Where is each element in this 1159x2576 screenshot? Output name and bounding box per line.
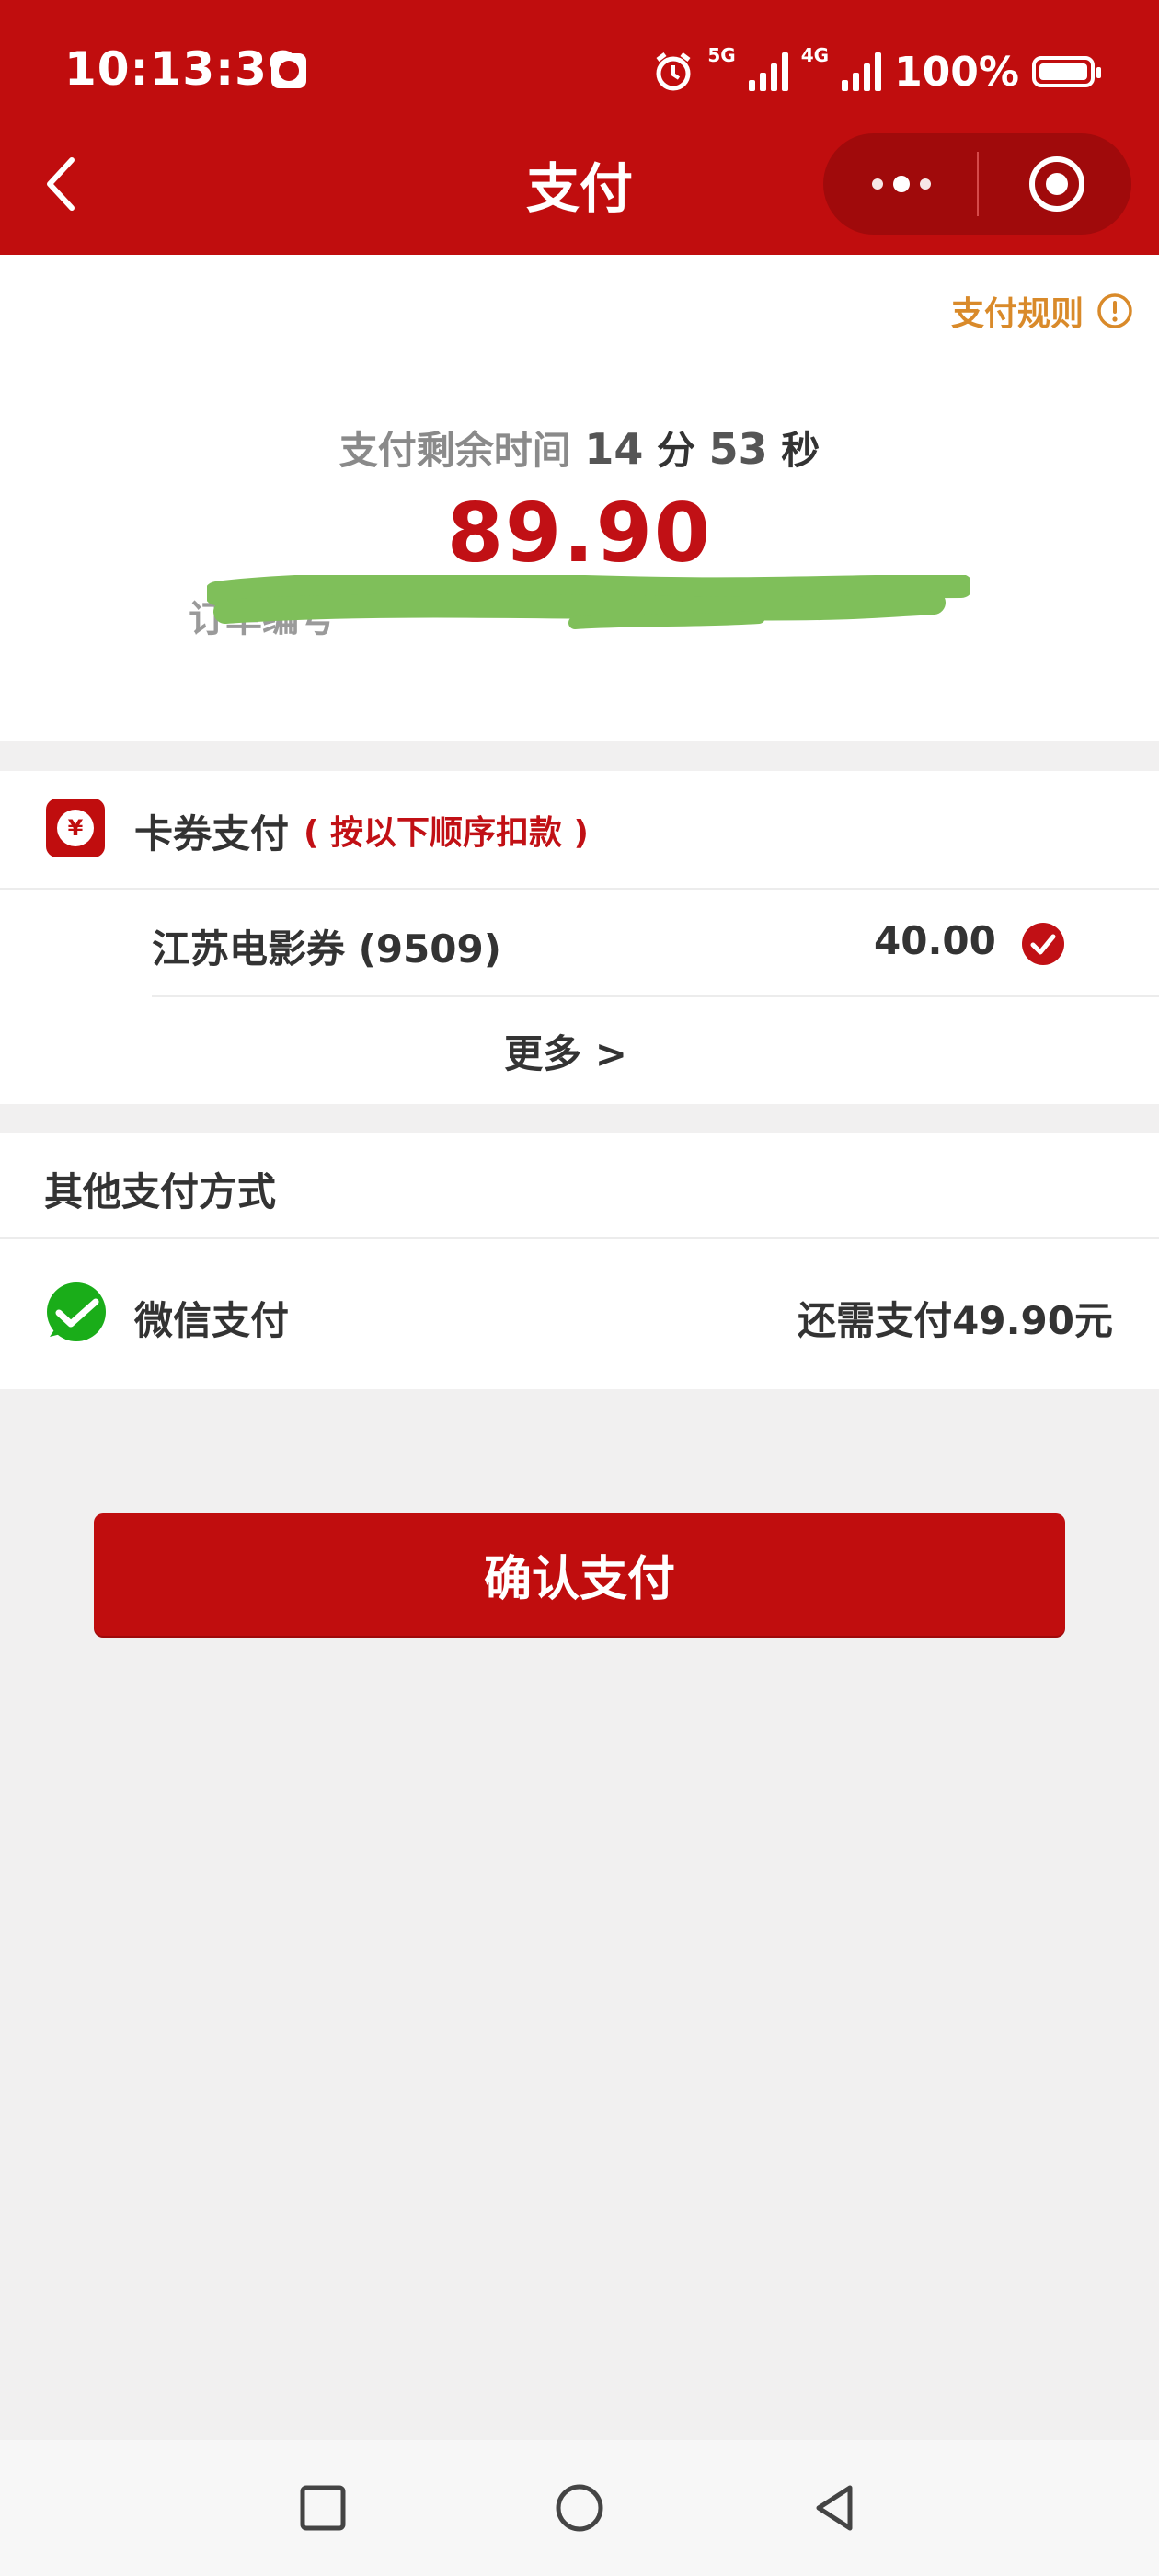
card-pay-title: 卡券支付 [134, 811, 290, 857]
wechat-pay-label[interactable]: 微信支付 [134, 1290, 289, 1346]
alarm-icon [656, 52, 691, 91]
redaction-scribble [207, 575, 970, 629]
home-icon[interactable] [551, 2479, 608, 2536]
app-notification-icon [271, 53, 306, 88]
signal-icon [748, 52, 788, 91]
remaining-amount: 还需支付49.90元 [798, 1298, 1113, 1343]
confirm-pay-button[interactable]: 确认支付 [94, 1513, 1065, 1636]
countdown-minutes: 14 [584, 424, 644, 474]
payment-rules-label: 支付规则 [950, 295, 1084, 333]
status-indicators: 5G 4G 100% [652, 44, 1101, 99]
capsule-divider [977, 152, 979, 216]
divider [0, 888, 1159, 890]
payment-rules-link[interactable]: 支付规则 [951, 287, 1133, 335]
yen-icon: ¥ [57, 810, 94, 846]
countdown-label: 支付剩余时间 [339, 428, 571, 473]
more-coupons-link[interactable]: 更多 > [0, 1023, 1131, 1079]
recent-apps-icon[interactable] [294, 2479, 351, 2536]
card-pay-hint: ( 按以下顺序扣款 ) [304, 814, 589, 852]
back-nav-icon[interactable] [808, 2479, 865, 2536]
divider [0, 1237, 1159, 1239]
more-icon[interactable] [865, 166, 938, 202]
check-icon[interactable] [1021, 922, 1065, 966]
close-miniprogram-icon[interactable] [1027, 155, 1086, 213]
countdown-minutes-unit: 分 [656, 428, 695, 473]
countdown: 支付剩余时间 14 分 53 秒 [0, 420, 1159, 476]
battery-icon [1032, 56, 1101, 87]
divider [152, 995, 1159, 997]
coupon-amount: 40.00 [874, 918, 996, 963]
other-pay-title: 其他支付方式 [44, 1169, 277, 1214]
total-amount: 89.90 [446, 486, 713, 581]
net-5g-label: 5G [707, 44, 736, 66]
info-icon [1097, 293, 1132, 328]
net-4g-label: 4G [800, 44, 830, 66]
wechat-pay-icon[interactable] [44, 1282, 109, 1346]
coupon-name[interactable]: 江苏电影券 (9509) [152, 918, 501, 974]
countdown-seconds-unit: 秒 [781, 428, 820, 473]
signal-icon-2 [842, 52, 882, 91]
status-time: 10:13:39 [64, 42, 301, 96]
battery-percent: 100% [894, 48, 1019, 96]
countdown-seconds: 53 [708, 424, 768, 474]
